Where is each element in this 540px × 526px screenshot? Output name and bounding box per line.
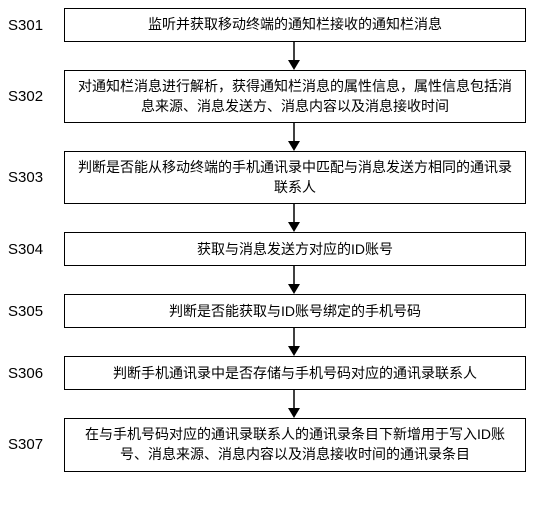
step-row: S307 在与手机号码对应的通讯录联系人的通讯录条目下新增用于写入ID账号、消息… bbox=[6, 418, 534, 471]
step-box: 判断手机通讯录中是否存储与手机号码对应的通讯录联系人 bbox=[64, 356, 526, 390]
flowchart: S301 监听并获取移动终端的通知栏接收的通知栏消息 S302 对通知栏消息进行… bbox=[0, 0, 540, 526]
step-box: 判断是否能从移动终端的手机通讯录中匹配与消息发送方相同的通讯录联系人 bbox=[64, 151, 526, 204]
step-id-label: S303 bbox=[6, 170, 64, 185]
step-id-label: S302 bbox=[6, 89, 64, 104]
step-box: 判断是否能获取与ID账号绑定的手机号码 bbox=[64, 294, 526, 328]
step-id-label: S307 bbox=[6, 437, 64, 452]
arrow-down-icon bbox=[284, 42, 304, 70]
step-box: 监听并获取移动终端的通知栏接收的通知栏消息 bbox=[64, 8, 526, 42]
arrow-down-icon bbox=[284, 123, 304, 151]
step-box: 对通知栏消息进行解析，获得通知栏消息的属性信息，属性信息包括消息来源、消息发送方… bbox=[64, 70, 526, 123]
step-text: 判断手机通讯录中是否存储与手机号码对应的通讯录联系人 bbox=[113, 364, 477, 384]
step-text: 在与手机号码对应的通讯录联系人的通讯录条目下新增用于写入ID账号、消息来源、消息… bbox=[75, 425, 515, 464]
step-text: 监听并获取移动终端的通知栏接收的通知栏消息 bbox=[148, 15, 442, 35]
arrow-row bbox=[6, 123, 534, 151]
step-row: S303 判断是否能从移动终端的手机通讯录中匹配与消息发送方相同的通讯录联系人 bbox=[6, 151, 534, 204]
arrow-down-icon bbox=[284, 204, 304, 232]
step-row: S302 对通知栏消息进行解析，获得通知栏消息的属性信息，属性信息包括消息来源、… bbox=[6, 70, 534, 123]
arrow-down-icon bbox=[284, 266, 304, 294]
arrow-down-icon bbox=[284, 328, 304, 356]
step-id-label: S301 bbox=[6, 18, 64, 33]
arrow-row bbox=[6, 328, 534, 356]
step-row: S301 监听并获取移动终端的通知栏接收的通知栏消息 bbox=[6, 8, 534, 42]
step-text: 判断是否能获取与ID账号绑定的手机号码 bbox=[169, 302, 421, 322]
step-id-label: S306 bbox=[6, 366, 64, 381]
step-box: 在与手机号码对应的通讯录联系人的通讯录条目下新增用于写入ID账号、消息来源、消息… bbox=[64, 418, 526, 471]
arrow-row bbox=[6, 42, 534, 70]
step-text: 获取与消息发送方对应的ID账号 bbox=[197, 240, 393, 260]
step-text: 对通知栏消息进行解析，获得通知栏消息的属性信息，属性信息包括消息来源、消息发送方… bbox=[75, 77, 515, 116]
step-id-label: S305 bbox=[6, 304, 64, 319]
step-id-label: S304 bbox=[6, 242, 64, 257]
step-box: 获取与消息发送方对应的ID账号 bbox=[64, 232, 526, 266]
step-row: S306 判断手机通讯录中是否存储与手机号码对应的通讯录联系人 bbox=[6, 356, 534, 390]
step-row: S305 判断是否能获取与ID账号绑定的手机号码 bbox=[6, 294, 534, 328]
arrow-row bbox=[6, 390, 534, 418]
step-text: 判断是否能从移动终端的手机通讯录中匹配与消息发送方相同的通讯录联系人 bbox=[75, 158, 515, 197]
arrow-row bbox=[6, 266, 534, 294]
arrow-down-icon bbox=[284, 390, 304, 418]
step-row: S304 获取与消息发送方对应的ID账号 bbox=[6, 232, 534, 266]
arrow-row bbox=[6, 204, 534, 232]
